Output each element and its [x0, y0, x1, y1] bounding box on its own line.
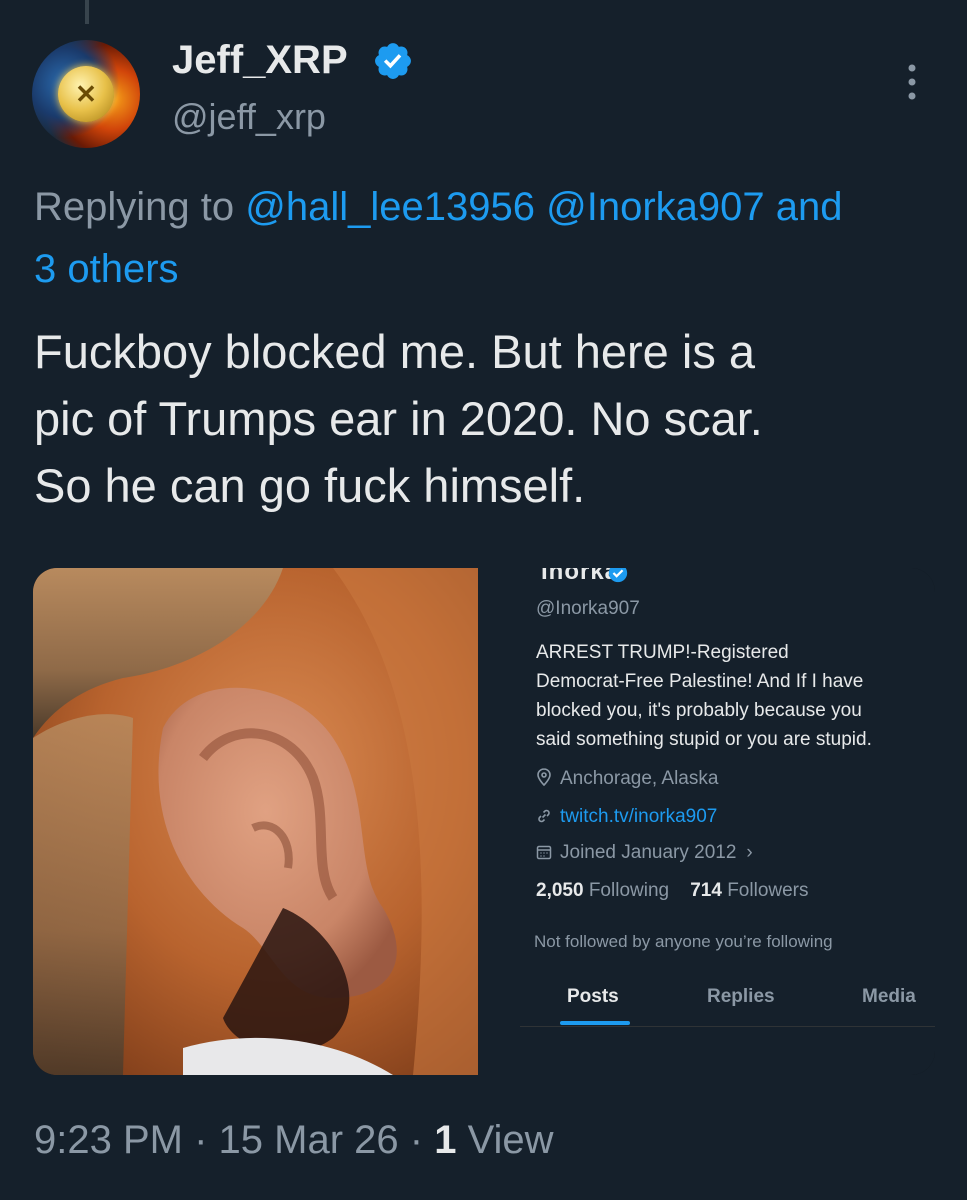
bio-line: blocked you, it's probably because you: [536, 700, 862, 721]
bio-line: ARREST TRUMP!-Registered: [536, 642, 789, 663]
bio-line: said something stupid or you are stupid.: [536, 729, 872, 750]
tweet-date[interactable]: 15 Mar 26: [219, 1118, 399, 1162]
bio-line: Democrat-Free Palestine! And If I have: [536, 671, 864, 692]
verified-badge-icon: [608, 568, 628, 583]
followers-count: 714: [690, 880, 722, 901]
replying-to: Replying to @hall_lee13956 @Inorka907 an…: [34, 176, 964, 300]
author-handle[interactable]: @jeff_xrp: [172, 96, 326, 138]
tweet-text-line: Fuckboy blocked me. But here is a: [34, 325, 756, 378]
location-text: Anchorage, Alaska: [560, 768, 719, 789]
tab-replies: Replies: [707, 986, 775, 1007]
following-label: Following: [588, 880, 670, 901]
active-tab-indicator: [560, 1021, 630, 1025]
xrp-coin-icon: ✕: [58, 66, 114, 122]
tweet-time[interactable]: 9:23 PM: [34, 1118, 183, 1162]
mention-others[interactable]: 3 others: [34, 247, 179, 291]
not-followed-note: Not followed by anyone you’re following: [534, 932, 833, 951]
tweet-text-line: So he can go fuck himself.: [34, 459, 586, 512]
tab-posts: Posts: [567, 986, 619, 1007]
followers-label: Followers: [727, 880, 809, 901]
views-count: 1: [434, 1118, 457, 1162]
calendar-icon: [536, 845, 552, 860]
tweet-footer: 9:23 PM · 15 Mar 26 · 1 View: [34, 1118, 554, 1163]
tab-media: Media: [862, 986, 916, 1007]
views-label: View: [467, 1118, 554, 1162]
more-options-icon[interactable]: [902, 62, 922, 102]
profile-handle: @Inorka907: [536, 598, 640, 619]
joined-text: Joined January 2012: [560, 842, 737, 863]
mention-and[interactable]: and: [776, 185, 843, 229]
link-icon: [538, 809, 550, 823]
tweet-media[interactable]: Inorka @Inorka907 ARREST TRUMP!-Register…: [33, 568, 935, 1075]
chevron-right-icon: ›: [746, 842, 753, 863]
profile-bio: ARREST TRUMP!-Registered Democrat-Free P…: [536, 638, 926, 754]
following-count: 2,050: [536, 880, 584, 901]
tab-divider: [520, 1026, 935, 1027]
profile-location: Anchorage, Alaska: [536, 768, 718, 790]
author-name[interactable]: Jeff_XRP: [172, 38, 348, 83]
separator-dot: ·: [194, 1118, 219, 1162]
location-pin-icon: [537, 768, 551, 787]
profile-joined: Joined January 2012 ›: [536, 842, 753, 864]
profile-stats: 2,050 Following 714 Followers: [536, 880, 809, 902]
avatar[interactable]: ✕: [32, 40, 140, 148]
separator-dot: ·: [409, 1118, 435, 1162]
replying-prefix: Replying to: [34, 185, 235, 229]
thread-connector-line: [85, 0, 89, 24]
website-link: twitch.tv/inorka907: [560, 806, 718, 827]
verified-badge-icon: [375, 43, 411, 79]
mention-hall-lee[interactable]: @hall_lee13956: [245, 185, 535, 229]
profile-screenshot: Inorka @Inorka907 ARREST TRUMP!-Register…: [478, 568, 935, 1075]
profile-website: twitch.tv/inorka907: [536, 806, 717, 828]
ear-photo[interactable]: [33, 568, 478, 1075]
mention-inorka[interactable]: @Inorka907: [546, 185, 765, 229]
tweet-text-line: pic of Trumps ear in 2020. No scar.: [34, 392, 763, 445]
tweet-text: Fuckboy blocked me. But here is a pic of…: [34, 318, 934, 519]
